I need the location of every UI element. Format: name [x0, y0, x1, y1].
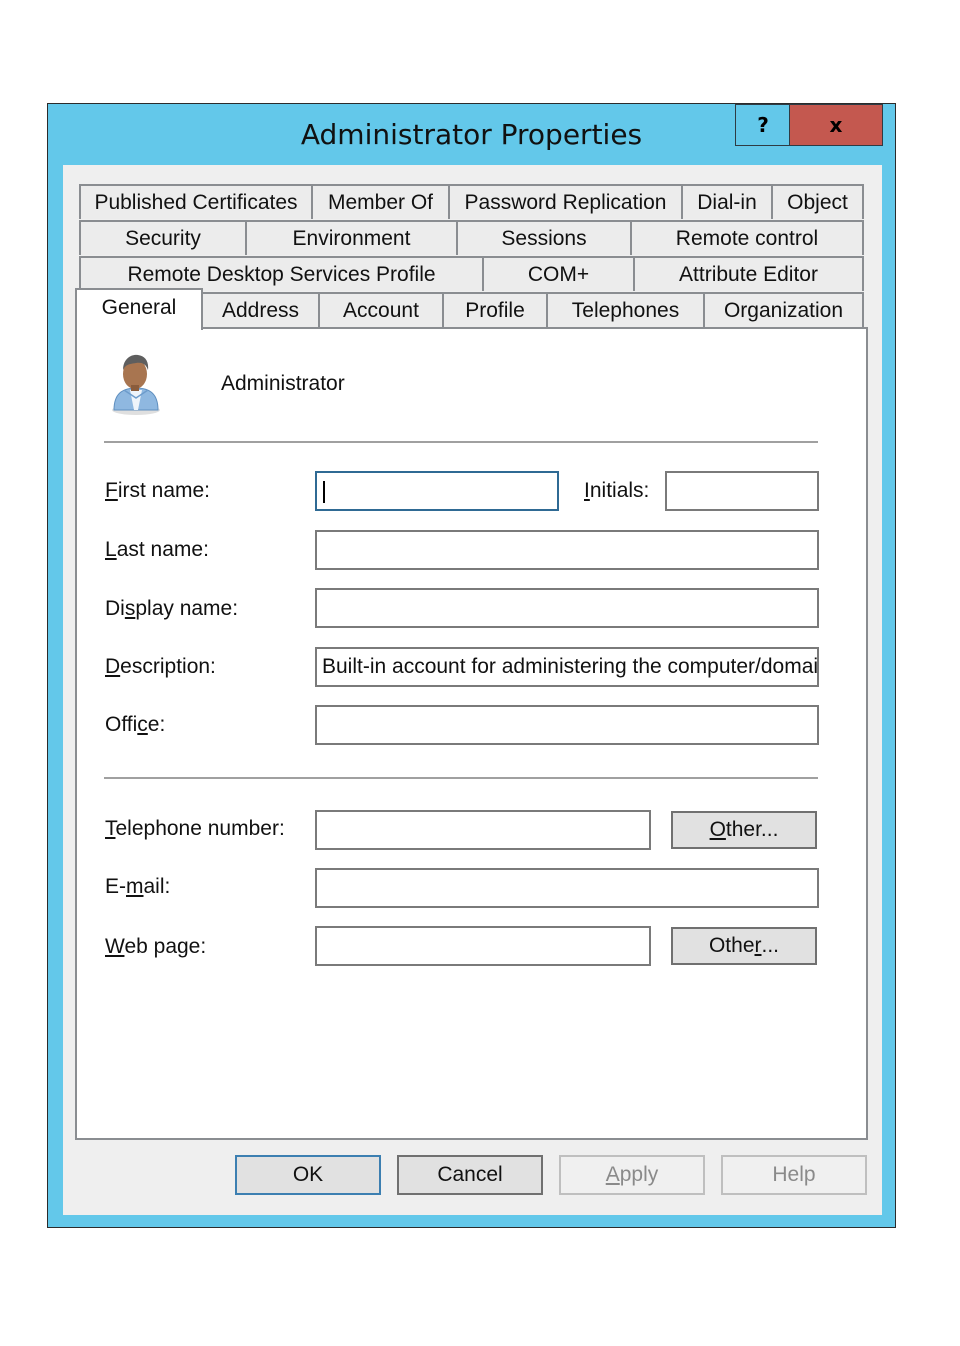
- tab-account[interactable]: Account: [318, 292, 444, 327]
- tab-com-plus[interactable]: COM+: [482, 256, 635, 291]
- accelerator-key: c: [137, 713, 148, 736]
- tab-remote-desktop-services-profile[interactable]: Remote Desktop Services Profile: [79, 256, 484, 291]
- initials-label: Initials:: [584, 479, 649, 503]
- tab-password-replication[interactable]: Password Replication: [448, 184, 683, 219]
- close-button[interactable]: x: [789, 104, 883, 146]
- label-text: nitials:: [589, 479, 650, 502]
- email-label: E-mail:: [105, 875, 170, 899]
- accelerator-key: F: [105, 479, 118, 502]
- initials-field[interactable]: [665, 471, 819, 511]
- tab-published-certificates[interactable]: Published Certificates: [79, 184, 313, 219]
- tab-environment[interactable]: Environment: [245, 220, 458, 255]
- button-label: ther...: [725, 818, 779, 841]
- accelerator-key: T: [105, 817, 116, 840]
- office-field[interactable]: [315, 705, 819, 745]
- label-text: elephone number:: [115, 817, 285, 840]
- label-text: e:: [147, 713, 166, 736]
- accelerator-key: r: [754, 934, 762, 957]
- label-text: Offi: [105, 713, 138, 736]
- telephone-label: Telephone number:: [105, 817, 285, 841]
- description-label: Description:: [105, 655, 216, 679]
- tab-sessions[interactable]: Sessions: [456, 220, 632, 255]
- accelerator-key: A: [605, 1163, 620, 1186]
- cancel-button[interactable]: Cancel: [397, 1155, 543, 1195]
- tab-security[interactable]: Security: [79, 220, 247, 255]
- accelerator-key: W: [105, 935, 125, 958]
- help-button[interactable]: ?: [735, 104, 790, 146]
- tab-telephones[interactable]: Telephones: [546, 292, 705, 327]
- label-text: eb page:: [124, 935, 207, 958]
- label-text: Di: [105, 597, 125, 620]
- last-name-label: Last name:: [105, 538, 209, 562]
- tab-member-of[interactable]: Member Of: [311, 184, 450, 219]
- text-caret: [323, 481, 325, 503]
- description-field[interactable]: Built-in account for administering the c…: [315, 647, 819, 687]
- accelerator-key: O: [709, 818, 726, 841]
- label-text: ast name:: [116, 538, 209, 561]
- label-text: escription:: [120, 655, 216, 678]
- tab-object[interactable]: Object: [771, 184, 864, 219]
- help-icon: ?: [757, 113, 769, 137]
- last-name-field[interactable]: [315, 530, 819, 570]
- tab-remote-control[interactable]: Remote control: [630, 220, 864, 255]
- tab-address[interactable]: Address: [201, 292, 320, 327]
- office-label: Office:: [105, 713, 165, 737]
- email-field[interactable]: [315, 868, 819, 908]
- label-text: play name:: [135, 597, 239, 620]
- button-label: Othe: [708, 934, 755, 957]
- accelerator-key: D: [105, 655, 121, 678]
- account-name: Administrator: [221, 372, 345, 395]
- apply-button[interactable]: Apply: [559, 1155, 705, 1195]
- separator: [104, 441, 818, 443]
- accelerator-key: m: [126, 875, 144, 898]
- ok-button[interactable]: OK: [235, 1155, 381, 1195]
- label-text: irst name:: [117, 479, 211, 502]
- display-name-field[interactable]: [315, 588, 819, 628]
- accelerator-key: L: [105, 538, 117, 561]
- tab-attribute-editor[interactable]: Attribute Editor: [633, 256, 864, 291]
- tab-organization[interactable]: Organization: [703, 292, 864, 327]
- user-icon: [112, 354, 160, 415]
- other-web-page-button[interactable]: Othe r...: [671, 927, 817, 965]
- label-text: E-: [105, 875, 126, 898]
- web-page-field[interactable]: [315, 926, 651, 966]
- first-name-field[interactable]: [315, 471, 559, 511]
- help-footer-button[interactable]: Help: [721, 1155, 867, 1195]
- tab-general[interactable]: General: [75, 288, 203, 330]
- button-label: ...: [761, 934, 780, 957]
- tab-profile[interactable]: Profile: [442, 292, 548, 327]
- web-page-label: Web page:: [105, 935, 206, 959]
- separator: [104, 777, 818, 779]
- accelerator-key: s: [124, 597, 136, 620]
- button-label: pply: [619, 1163, 659, 1186]
- display-name-label: Display name:: [105, 597, 238, 621]
- tab-dial-in[interactable]: Dial-in: [681, 184, 773, 219]
- other-telephone-button[interactable]: Other...: [671, 811, 817, 849]
- close-icon: x: [829, 113, 843, 137]
- first-name-label: First name:: [105, 479, 210, 503]
- telephone-field[interactable]: [315, 810, 651, 850]
- label-text: ail:: [143, 875, 171, 898]
